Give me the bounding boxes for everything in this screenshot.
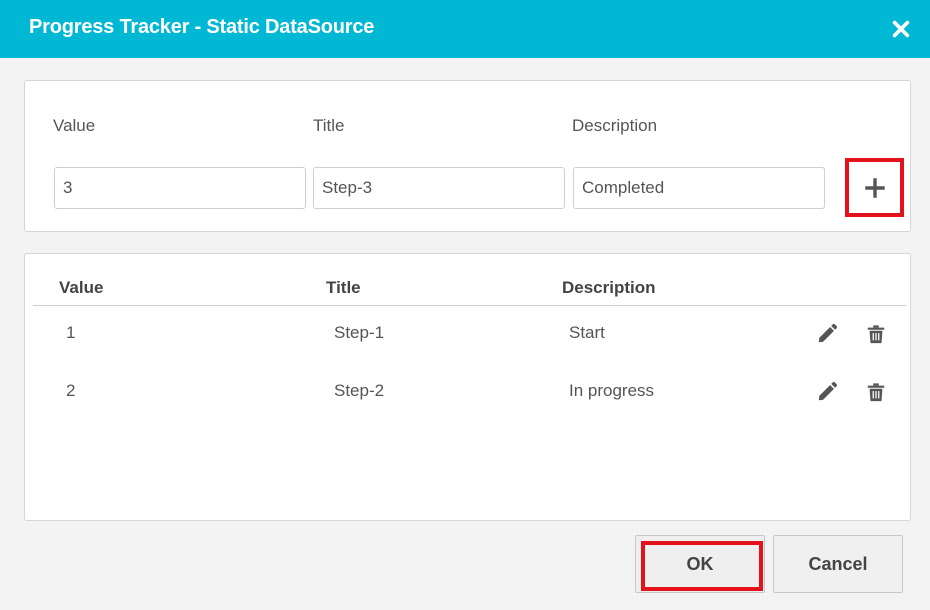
row-description: Start: [569, 323, 605, 342]
title-label: Title: [313, 116, 345, 135]
value-label: Value: [53, 116, 96, 135]
pencil-icon[interactable]: [816, 381, 838, 403]
row-value: 1: [66, 323, 76, 342]
add-button[interactable]: [845, 158, 904, 217]
value-input[interactable]: [54, 167, 306, 209]
trash-icon[interactable]: [865, 323, 887, 345]
title-input[interactable]: [313, 167, 565, 209]
cancel-button[interactable]: Cancel: [773, 535, 903, 593]
table-row: 2 Step-2 In progress: [25, 371, 910, 415]
description-label: Description: [572, 116, 658, 135]
column-header-value: Value: [59, 278, 104, 297]
ok-button[interactable]: OK: [635, 535, 765, 593]
plus-icon: [864, 177, 885, 198]
dialog-title: Progress Tracker - Static DataSource: [29, 16, 375, 38]
column-header-title: Title: [326, 278, 361, 297]
close-icon[interactable]: [890, 18, 912, 40]
table-row: 1 Step-1 Start: [25, 313, 910, 357]
items-table: Value Title Description 1 Step-1 Start 2…: [24, 253, 911, 521]
add-item-form: Value Title Description: [24, 80, 911, 232]
trash-icon[interactable]: [865, 381, 887, 403]
row-description: In progress: [569, 381, 655, 400]
pencil-icon[interactable]: [816, 323, 838, 345]
row-value: 2: [66, 381, 76, 400]
row-title: Step-1: [334, 323, 385, 342]
header-divider: [33, 305, 906, 306]
row-title: Step-2: [334, 381, 385, 400]
description-input[interactable]: [573, 167, 825, 209]
column-header-description: Description: [562, 278, 656, 297]
dialog-header: Progress Tracker - Static DataSource: [0, 0, 930, 58]
